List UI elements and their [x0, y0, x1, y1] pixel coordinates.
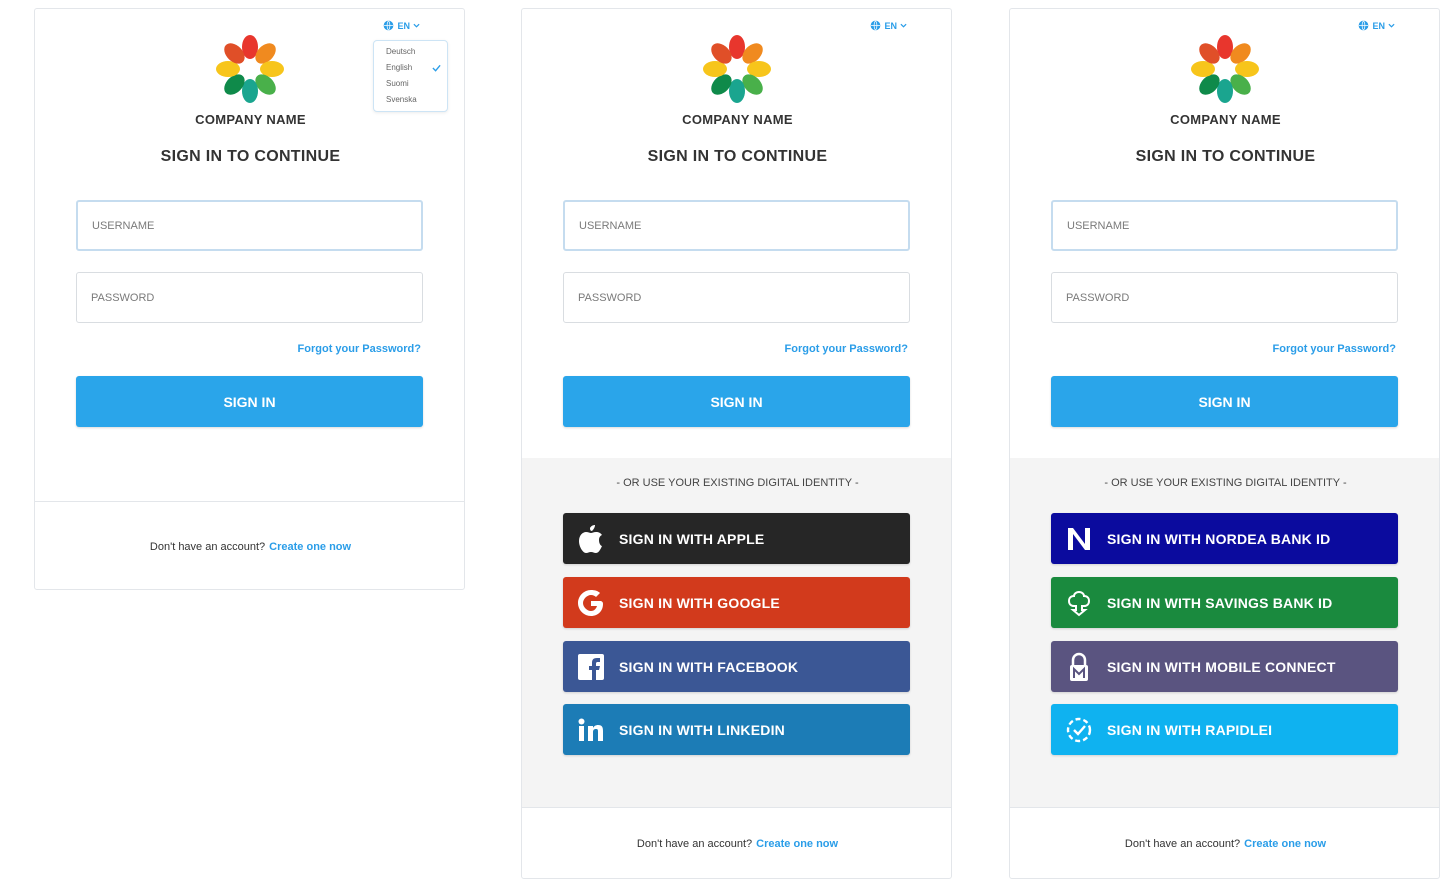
- signup-prompt: Don't have an account?: [636, 838, 753, 850]
- globe-icon: [870, 20, 881, 31]
- signup-footer: Don't have an account? Create one now: [35, 501, 464, 589]
- language-option-suomi[interactable]: Suomi: [374, 76, 447, 92]
- forgot-password-link[interactable]: Forgot your Password?: [298, 343, 421, 355]
- sign-in-apple-button[interactable]: SIGN IN WITH APPLE: [563, 513, 910, 564]
- company-name: COMPANY NAME: [195, 112, 306, 127]
- mobile-connect-icon: [1051, 641, 1107, 692]
- company-name: COMPANY NAME: [1170, 112, 1281, 127]
- password-input[interactable]: [563, 272, 910, 323]
- username-input[interactable]: [76, 200, 423, 251]
- company-name: COMPANY NAME: [682, 112, 793, 127]
- sign-in-rapidlei-button[interactable]: SIGN IN WITH RAPIDLEI: [1051, 704, 1398, 755]
- page-title: SIGN IN TO CONTINUE: [160, 148, 341, 165]
- nordea-icon: [1051, 513, 1107, 564]
- login-card-social: EN COMPANY NAME SIGN IN TO CONTINUE Forg…: [521, 8, 952, 879]
- sign-in-mobile-connect-button[interactable]: SIGN IN WITH MOBILE CONNECT: [1051, 641, 1398, 692]
- signup-prompt: Don't have an account?: [149, 540, 266, 553]
- sign-in-apple-label: SIGN IN WITH APPLE: [619, 530, 765, 547]
- sign-in-button[interactable]: SIGN IN: [1051, 376, 1398, 427]
- chevron-down-icon: [900, 22, 907, 29]
- company-logo: [212, 31, 288, 107]
- sign-in-savings-bank-button[interactable]: SIGN IN WITH SAVINGS BANK ID: [1051, 577, 1398, 628]
- facebook-icon: [563, 641, 619, 692]
- google-icon: [563, 577, 619, 628]
- username-input[interactable]: [1051, 200, 1398, 251]
- create-account-link[interactable]: Create one now: [756, 838, 838, 850]
- chevron-down-icon: [413, 22, 420, 29]
- password-input[interactable]: [1051, 272, 1398, 323]
- sign-in-linkedin-label: SIGN IN WITH LINKEDIN: [619, 721, 785, 738]
- savings-bank-icon: [1051, 577, 1107, 628]
- sign-in-button[interactable]: SIGN IN: [76, 376, 423, 427]
- signup-footer: Don't have an account? Create one now: [1010, 807, 1439, 878]
- page-title: SIGN IN TO CONTINUE: [647, 148, 828, 165]
- identity-providers-section: - OR USE YOUR EXISTING DIGITAL IDENTITY …: [1010, 458, 1439, 807]
- sign-in-nordea-button[interactable]: SIGN IN WITH NORDEA BANK ID: [1051, 513, 1398, 564]
- page-title: SIGN IN TO CONTINUE: [1135, 148, 1316, 165]
- login-card-basic: EN Deutsch English Suomi Svenska COMPANY…: [34, 8, 465, 590]
- language-dropdown: Deutsch English Suomi Svenska: [373, 40, 448, 112]
- language-current: EN: [397, 20, 410, 31]
- apple-icon: [563, 513, 619, 564]
- sign-in-facebook-label: SIGN IN WITH FACEBOOK: [619, 658, 799, 675]
- language-selector[interactable]: EN: [1358, 20, 1395, 31]
- globe-icon: [383, 20, 394, 31]
- forgot-password-link[interactable]: Forgot your Password?: [1273, 343, 1396, 355]
- language-selector[interactable]: EN: [870, 20, 907, 31]
- signup-footer: Don't have an account? Create one now: [522, 807, 951, 878]
- sign-in-google-label: SIGN IN WITH GOOGLE: [619, 594, 780, 611]
- globe-icon: [1358, 20, 1369, 31]
- login-card-bank: EN COMPANY NAME SIGN IN TO CONTINUE Forg…: [1009, 8, 1440, 879]
- identity-providers-section: - OR USE YOUR EXISTING DIGITAL IDENTITY …: [522, 458, 951, 807]
- language-option-label: English: [386, 63, 413, 72]
- sign-in-mobile-connect-label: SIGN IN WITH MOBILE CONNECT: [1107, 658, 1336, 675]
- identity-providers-heading: - OR USE YOUR EXISTING DIGITAL IDENTITY …: [1104, 477, 1347, 489]
- language-option-deutsch[interactable]: Deutsch: [374, 44, 447, 60]
- language-option-english[interactable]: English: [374, 60, 447, 76]
- language-option-svenska[interactable]: Svenska: [374, 92, 447, 108]
- rapidlei-icon: [1051, 704, 1107, 755]
- identity-providers-heading: - OR USE YOUR EXISTING DIGITAL IDENTITY …: [616, 477, 859, 489]
- language-selector[interactable]: EN: [383, 20, 420, 31]
- sign-in-button[interactable]: SIGN IN: [563, 376, 910, 427]
- language-current: EN: [1372, 20, 1385, 31]
- sign-in-nordea-label: SIGN IN WITH NORDEA BANK ID: [1107, 530, 1331, 547]
- check-icon: [432, 64, 441, 72]
- linkedin-icon: [563, 704, 619, 755]
- forgot-password-link[interactable]: Forgot your Password?: [785, 343, 908, 355]
- sign-in-rapidlei-label: SIGN IN WITH RAPIDLEI: [1107, 721, 1273, 738]
- chevron-down-icon: [1388, 22, 1395, 29]
- create-account-link[interactable]: Create one now: [1244, 838, 1326, 850]
- sign-in-facebook-button[interactable]: SIGN IN WITH FACEBOOK: [563, 641, 910, 692]
- password-input[interactable]: [76, 272, 423, 323]
- sign-in-google-button[interactable]: SIGN IN WITH GOOGLE: [563, 577, 910, 628]
- signup-prompt: Don't have an account?: [1124, 838, 1241, 850]
- language-current: EN: [884, 20, 897, 31]
- username-input[interactable]: [563, 200, 910, 251]
- sign-in-savings-bank-label: SIGN IN WITH SAVINGS BANK ID: [1107, 594, 1333, 611]
- sign-in-linkedin-button[interactable]: SIGN IN WITH LINKEDIN: [563, 704, 910, 755]
- create-account-link[interactable]: Create one now: [269, 541, 351, 553]
- company-logo: [1187, 31, 1263, 107]
- company-logo: [699, 31, 775, 107]
